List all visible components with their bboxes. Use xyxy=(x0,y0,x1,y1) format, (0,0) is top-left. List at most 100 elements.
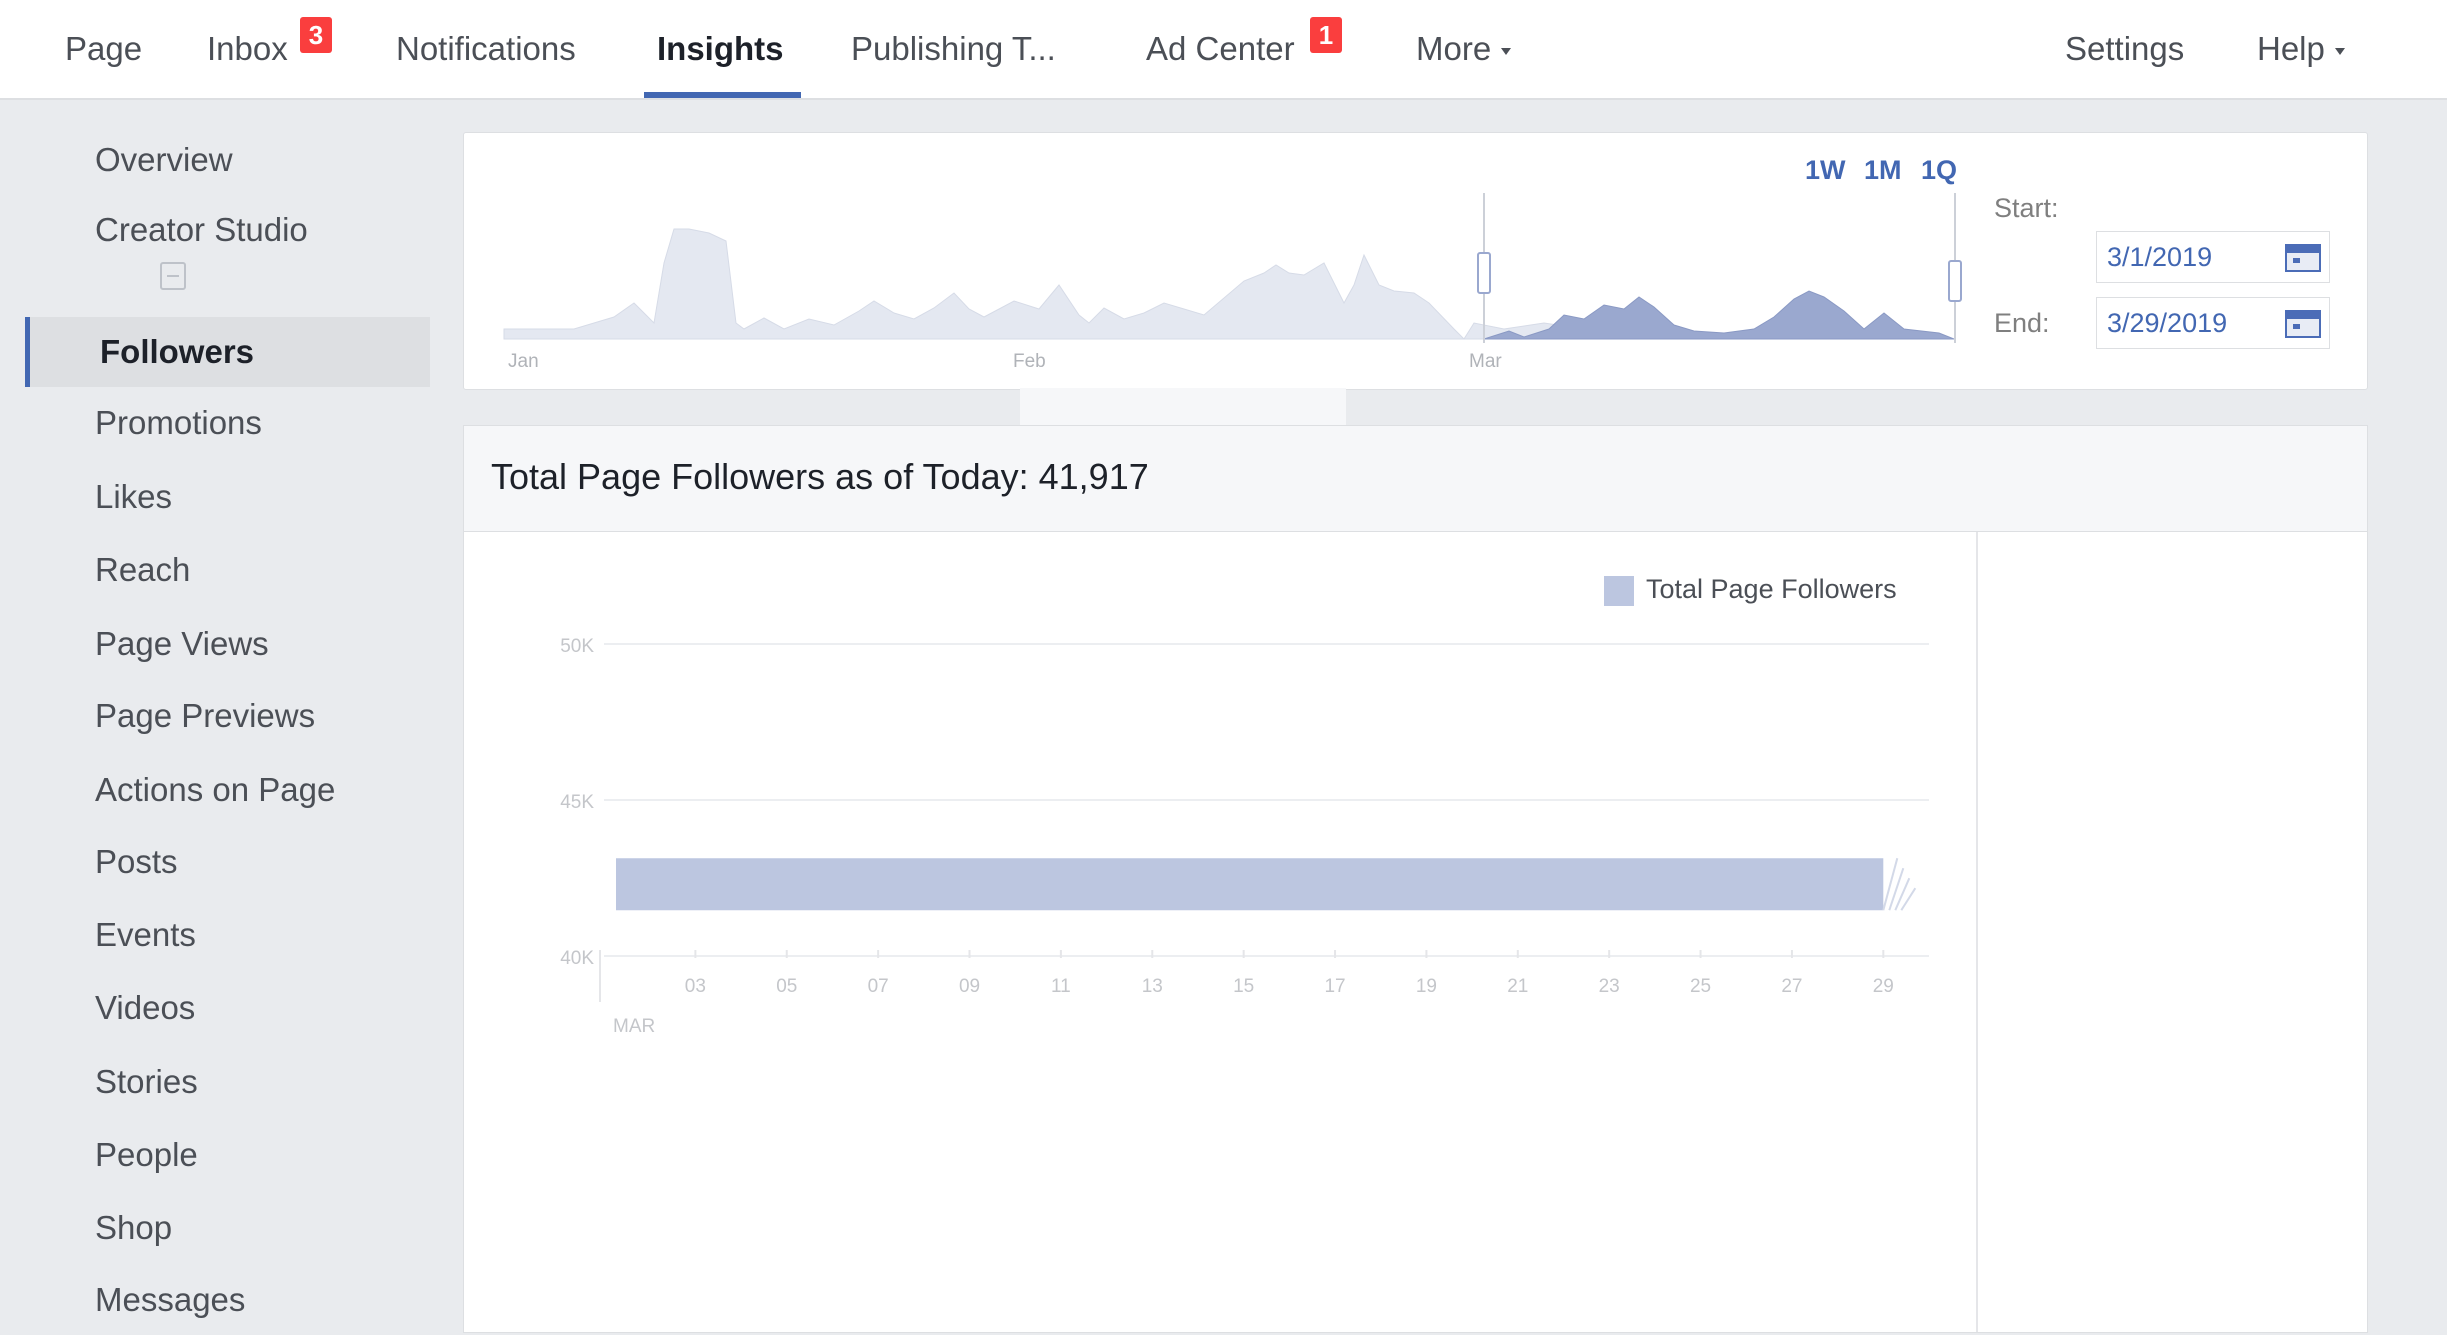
sidebar-item-label: Stories xyxy=(95,1063,198,1100)
nav-tab-publishing-tools[interactable]: Publishing T... xyxy=(851,0,1056,98)
range-button-1m[interactable]: 1M xyxy=(1864,155,1902,186)
x-tick-label: 15 xyxy=(1233,976,1254,997)
sidebar-item-people[interactable]: People xyxy=(25,1120,430,1190)
range-handle-end[interactable] xyxy=(1948,260,1962,302)
x-tick-label: 21 xyxy=(1507,976,1528,997)
start-date-value: 3/1/2019 xyxy=(2107,242,2213,272)
range-button-1w[interactable]: 1W xyxy=(1805,155,1846,186)
x-tick-label: 23 xyxy=(1599,976,1620,997)
sidebar-item-label: Posts xyxy=(95,843,178,880)
nav-tab-inbox[interactable]: Inbox xyxy=(207,0,288,98)
sidebar-item-videos[interactable]: Videos xyxy=(25,973,430,1043)
sidebar-item-promotions[interactable]: Promotions xyxy=(25,388,430,458)
partial-data-hatch xyxy=(1888,867,1905,911)
nav-tab-page[interactable]: Page xyxy=(65,0,142,98)
x-tick-label: 07 xyxy=(868,976,889,997)
nav-tab-inbox-label: Inbox xyxy=(207,30,288,67)
sidebar-item-stories[interactable]: Stories xyxy=(25,1047,430,1117)
inbox-badge: 3 xyxy=(300,17,332,53)
range-handle-start[interactable] xyxy=(1477,252,1491,294)
more-caret-icon xyxy=(1501,47,1512,55)
sidebar-item-page-previews[interactable]: Page Previews xyxy=(25,681,430,751)
sidebar-item-label: Messages xyxy=(95,1281,246,1318)
x-tick-label: 29 xyxy=(1873,976,1894,997)
end-date-input[interactable]: 3/29/2019 xyxy=(2096,297,2330,349)
x-month-label: MAR xyxy=(613,1016,655,1037)
nav-tab-notifications[interactable]: Notifications xyxy=(396,0,576,98)
nav-settings[interactable]: Settings xyxy=(2065,0,2184,98)
y-tick-label: 45K xyxy=(560,792,594,813)
sidebar-item-likes[interactable]: Likes xyxy=(25,462,430,532)
start-date-label: Start: xyxy=(1994,193,2059,223)
sidebar-item-label: Shop xyxy=(95,1209,173,1246)
nav-tab-notifications-label: Notifications xyxy=(396,30,576,67)
help-caret-icon xyxy=(2334,47,2345,55)
sidebar-item-label: Followers xyxy=(100,333,255,370)
page-title: Total Page Followers as of Today: 41,917 xyxy=(491,456,1149,497)
end-date-value: 3/29/2019 xyxy=(2107,308,2228,338)
nav-tab-more-label: More xyxy=(1416,30,1492,67)
y-tick-label: 50K xyxy=(560,636,594,657)
sidebar-item-label: Creator Studio xyxy=(95,211,308,248)
range-connector xyxy=(1020,388,1346,428)
series-area-total-page-followers xyxy=(616,858,1884,911)
nav-tab-insights[interactable]: Insights xyxy=(657,0,784,98)
nav-help[interactable]: Help xyxy=(2257,0,2345,98)
x-tick-label: 27 xyxy=(1781,976,1802,997)
sidebar-item-actions-on-page[interactable]: Actions on Page xyxy=(25,755,430,825)
sidebar-item-page-views[interactable]: Page Views xyxy=(25,609,430,679)
range-button-1q[interactable]: 1Q xyxy=(1921,155,1957,186)
x-tick-label: 09 xyxy=(959,976,980,997)
nav-tab-page-label: Page xyxy=(65,30,143,67)
followers-summary-header: Total Page Followers as of Today: 41,917 xyxy=(463,425,2368,532)
sidebar-item-label: Promotions xyxy=(95,404,262,441)
nav-tab-ad-center-label: Ad Center xyxy=(1146,30,1295,67)
x-tick-label: 05 xyxy=(776,976,797,997)
panel-divider xyxy=(1976,532,1978,1332)
overview-area-selected xyxy=(1483,290,1955,340)
overview-area-unselected xyxy=(503,228,1605,340)
x-tick-label: 25 xyxy=(1690,976,1711,997)
overview-month-jan: Jan xyxy=(508,351,539,372)
x-tick-label: 19 xyxy=(1416,976,1437,997)
active-tab-indicator xyxy=(644,92,801,98)
sidebar-item-shop[interactable]: Shop xyxy=(25,1193,430,1263)
calendar-icon[interactable] xyxy=(2285,244,2321,272)
ad-center-badge: 1 xyxy=(1310,17,1342,53)
nav-help-label: Help xyxy=(2257,30,2325,67)
calendar-icon[interactable] xyxy=(2285,310,2321,338)
sidebar-item-label: Actions on Page xyxy=(95,771,336,808)
overview-month-feb: Feb xyxy=(1013,351,1046,372)
nav-tab-ad-center[interactable]: Ad Center xyxy=(1146,0,1295,98)
sidebar-item-label: Videos xyxy=(95,989,196,1026)
partial-data-hatch xyxy=(1882,857,1899,911)
x-tick-label: 17 xyxy=(1324,976,1345,997)
nav-tab-insights-label: Insights xyxy=(657,30,784,67)
nav-tab-publishing-tools-label: Publishing T... xyxy=(851,30,1056,67)
export-icon[interactable] xyxy=(160,262,186,290)
top-navigation-bar: Page Inbox 3 Notifications Insights Publ… xyxy=(0,0,2447,100)
x-tick-label: 11 xyxy=(1051,976,1071,997)
followers-chart-panel: Total Page Followers 50K 45K 40K 03 05 07 09 11… xyxy=(463,531,2368,1333)
nav-settings-label: Settings xyxy=(2065,30,2185,67)
overview-sparkline[interactable]: Jan Feb Mar xyxy=(464,133,1964,389)
end-date-label: End: xyxy=(1994,308,2050,338)
followers-chart[interactable]: 50K 45K 40K 03 05 07 09 11 13 15 17 19 21 23 25 27 29 MAR xyxy=(464,532,1964,1092)
sidebar-item-label: Overview xyxy=(95,141,233,178)
sidebar-item-followers[interactable]: Followers xyxy=(25,317,430,387)
sidebar-item-label: People xyxy=(95,1136,198,1173)
nav-tab-more[interactable]: More xyxy=(1416,0,1512,98)
sidebar-item-messages[interactable]: Messages xyxy=(25,1265,430,1335)
sidebar-item-creator-studio[interactable]: Creator Studio xyxy=(25,195,430,265)
sidebar-item-overview[interactable]: Overview xyxy=(25,125,430,195)
date-range-card: Jan Feb Mar 1W 1M 1Q Start: 3/1/2019 End… xyxy=(463,132,2368,390)
sidebar-item-events[interactable]: Events xyxy=(25,900,430,970)
sidebar-item-label: Page Previews xyxy=(95,697,316,734)
overview-month-mar: Mar xyxy=(1469,351,1502,372)
sidebar-item-label: Likes xyxy=(95,478,173,515)
sidebar-item-label: Events xyxy=(95,916,196,953)
sidebar-item-label: Page Views xyxy=(95,625,269,662)
sidebar-item-posts[interactable]: Posts xyxy=(25,827,430,897)
start-date-input[interactable]: 3/1/2019 xyxy=(2096,231,2330,283)
sidebar-item-reach[interactable]: Reach xyxy=(25,535,430,605)
